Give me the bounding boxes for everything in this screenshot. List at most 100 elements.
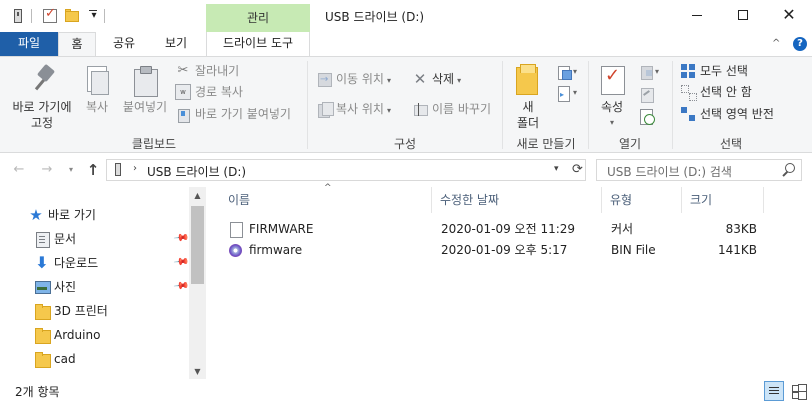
navigation-bar: ← → ▾ ↑ › USB 드라이브 (D:) ▾ ⟳ USB 드라이브 (D:…	[0, 153, 812, 187]
easy-access-button[interactable]: ▾	[556, 84, 582, 104]
table-row[interactable]: FIRMWARE 2020-01-09 오전 11:29 커서 83KB	[224, 219, 772, 240]
maximize-button[interactable]	[720, 0, 766, 32]
pin-icon	[26, 63, 58, 95]
pin-to-quick-access-button[interactable]: 바로 가기에 고정	[6, 63, 78, 131]
quick-access-label: 바로 가기	[48, 208, 96, 222]
invert-selection-icon	[680, 106, 696, 122]
move-to-icon	[316, 71, 332, 89]
folder-icon	[34, 327, 51, 344]
new-folder-quick-icon[interactable]	[64, 8, 80, 24]
pictures-icon	[34, 279, 51, 295]
scroll-up-arrow-icon[interactable]: ▲	[189, 187, 206, 204]
properties-label: 속성	[600, 100, 624, 114]
properties-quick-icon[interactable]: ✓	[42, 6, 58, 24]
file-type: 커서	[611, 222, 634, 236]
properties-icon	[596, 63, 628, 95]
ribbon-divider	[307, 61, 308, 149]
forward-button[interactable]: →	[38, 161, 56, 179]
file-date: 2020-01-09 오전 11:29	[441, 222, 576, 236]
table-row[interactable]: firmware 2020-01-09 오후 5:17 BIN File 141…	[224, 240, 772, 261]
close-button[interactable]: ✕	[766, 0, 812, 32]
tab-home[interactable]: 홈	[58, 32, 96, 57]
history-button[interactable]	[638, 107, 656, 125]
address-history-dropdown[interactable]: ▾	[554, 164, 559, 174]
chevron-down-icon: ▾	[386, 76, 391, 85]
properties-button[interactable]: 속성 ▾	[594, 63, 630, 131]
ribbon-divider	[502, 61, 503, 149]
clipboard-group-label: 클립보드	[131, 137, 177, 151]
select-group-label: 선택	[719, 137, 743, 151]
minimize-icon	[692, 14, 702, 16]
title-bar: ✓ ▾ 관리 USB 드라이브 (D:) ✕	[0, 0, 812, 32]
tab-drive-tools[interactable]: 드라이브 도구	[206, 32, 310, 56]
quick-access-divider	[104, 9, 105, 23]
new-item-button[interactable]: ▾	[556, 63, 582, 81]
scrollbar-thumb[interactable]	[191, 206, 204, 284]
new-folder-label: 새 폴더	[516, 100, 540, 130]
back-button[interactable]: ←	[10, 161, 28, 179]
invert-selection-label: 선택 영역 반전	[700, 107, 774, 121]
chevron-right-icon[interactable]: ›	[133, 163, 137, 174]
customize-quick-access-dropdown[interactable]: ▾	[86, 9, 102, 25]
paste-shortcut-label: 바로 가기 붙여넣기	[195, 107, 291, 121]
scroll-down-arrow-icon[interactable]: ▼	[189, 363, 206, 380]
rename-button[interactable]: 이름 바꾸기	[412, 100, 491, 118]
column-header-size[interactable]: 크기	[682, 187, 764, 213]
copy-button[interactable]: 복사	[80, 63, 114, 115]
history-icon	[638, 108, 655, 125]
new-folder-button[interactable]: 새 폴더	[510, 63, 546, 131]
chevron-down-icon: ▾	[457, 76, 462, 85]
file-name: firmware	[249, 243, 303, 257]
cut-button[interactable]: ✂ 잘라내기	[175, 62, 240, 80]
chevron-down-icon: ▾	[655, 67, 660, 76]
delete-icon: ✕	[413, 70, 427, 88]
address-path[interactable]: USB 드라이브 (D:)	[147, 163, 246, 180]
sidebar-item-label: Arduino	[54, 328, 101, 342]
tab-manage[interactable]: 관리	[206, 4, 310, 32]
tab-file[interactable]: 파일	[0, 32, 58, 56]
up-button[interactable]: ↑	[84, 161, 102, 179]
usb-drive-icon	[113, 163, 123, 177]
refresh-icon[interactable]: ⟳	[572, 162, 583, 177]
select-all-icon	[680, 63, 696, 79]
invert-selection-button[interactable]: 선택 영역 반전	[680, 105, 774, 123]
rename-icon	[412, 101, 428, 117]
tab-view[interactable]: 보기	[154, 32, 198, 56]
address-bar[interactable]: › USB 드라이브 (D:) ▾ ⟳	[106, 159, 586, 181]
select-all-button[interactable]: 모두 선택	[680, 62, 748, 80]
download-arrow-icon: ⬇	[35, 253, 49, 272]
search-input[interactable]: USB 드라이브 (D:) 검색	[596, 159, 802, 181]
copy-path-button[interactable]: w 경로 복사	[175, 83, 243, 101]
move-to-button[interactable]: 이동 위치▾	[316, 70, 391, 89]
large-icons-view-button[interactable]	[788, 381, 808, 401]
sidebar-item-label: 3D 프린터	[54, 304, 108, 318]
column-header-type[interactable]: 유형	[602, 187, 682, 213]
pin-icon: 📌	[172, 254, 190, 271]
copy-icon	[81, 63, 113, 95]
select-none-button[interactable]: 선택 안 함	[680, 83, 752, 101]
copy-to-label: 복사 위치	[336, 102, 384, 116]
help-icon[interactable]: ?	[793, 37, 807, 51]
file-size: 83KB	[725, 222, 757, 236]
paste-button[interactable]: 붙여넣기	[118, 63, 172, 115]
copy-to-button[interactable]: 복사 위치 ▾	[316, 100, 391, 118]
close-icon: ✕	[782, 5, 796, 24]
search-icon[interactable]	[781, 163, 795, 177]
sidebar-item-label: cad	[54, 352, 76, 366]
paste-shortcut-button[interactable]: 바로 가기 붙여넣기	[175, 105, 291, 123]
recent-locations-dropdown[interactable]: ▾	[62, 161, 80, 179]
minimize-button[interactable]	[674, 0, 720, 32]
copy-path-icon: w	[175, 84, 191, 100]
open-button[interactable]: ▾	[638, 63, 664, 81]
collapse-ribbon-icon[interactable]: ^	[772, 38, 780, 49]
tab-share[interactable]: 공유	[104, 32, 144, 56]
navigation-pane: ★ 바로 가기 문서 📌 ⬇ 다운로드 📌 사진 📌 3D 프린터 Arduin…	[0, 187, 205, 379]
chevron-down-icon: ▾	[573, 67, 578, 76]
clipboard-icon	[129, 63, 161, 97]
nav-pane-scrollbar[interactable]: ▲ ▼	[189, 187, 206, 380]
edit-button[interactable]	[638, 85, 656, 103]
column-header-date[interactable]: 수정한 날짜	[432, 187, 602, 213]
details-view-button[interactable]	[764, 381, 784, 401]
bin-file-icon	[229, 243, 243, 258]
delete-button[interactable]: ✕ 삭제 ▾	[412, 70, 461, 88]
